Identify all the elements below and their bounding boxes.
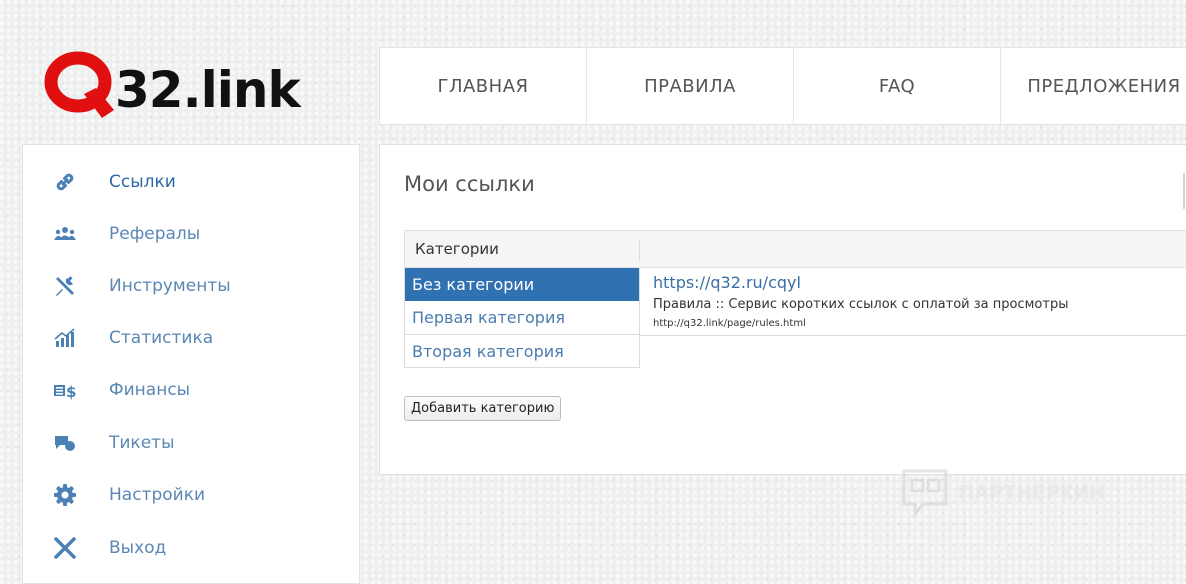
nav-home[interactable]: ГЛАВНАЯ [380, 48, 587, 124]
sidebar-item-finance[interactable]: $ Финансы [23, 368, 359, 412]
sidebar-item-label: Тикеты [109, 433, 175, 453]
top-nav: ГЛАВНАЯ ПРАВИЛА FAQ ПРЕДЛОЖЕНИЯ [379, 47, 1186, 125]
sidebar-item-label: Настройки [109, 485, 206, 505]
categories-header: Категории [404, 230, 1186, 268]
sidebar-item-label: Рефералы [109, 224, 201, 244]
header-divider [639, 239, 640, 261]
add-category-button[interactable]: Добавить категорию [404, 396, 562, 421]
sidebar-item-logout[interactable]: Выход [23, 526, 359, 570]
link-source-url: http://q32.link/page/rules.html [653, 318, 806, 329]
panel-edge-divider [1183, 173, 1185, 209]
sidebar-item-tools[interactable]: Инструменты [23, 264, 359, 308]
category-item-first[interactable]: Первая категория [405, 301, 639, 334]
watermark: ПАРТНЕРКИН [901, 467, 1105, 519]
category-list: Без категории Первая категория Вторая ка… [404, 268, 640, 368]
close-icon [53, 536, 77, 560]
sidebar-item-label: Выход [109, 538, 167, 558]
watermark-logo-icon [902, 469, 948, 518]
sidebar-item-statistics[interactable]: Статистика [23, 316, 359, 360]
logo-q-mark [44, 51, 114, 118]
page-title: Мои ссылки [404, 172, 535, 196]
link-page-title: Правила :: Сервис коротких ссылок с опла… [653, 297, 1069, 312]
link-entry: https://q32.ru/cqyl Правила :: Сервис ко… [640, 268, 1186, 336]
site-logo[interactable]: 32.link [44, 50, 334, 122]
chart-icon [53, 326, 77, 350]
link-icon [53, 170, 77, 194]
main-panel: Мои ссылки Категории Без категории Перва… [379, 144, 1186, 475]
users-icon [53, 222, 77, 246]
money-icon: $ [53, 378, 77, 402]
sidebar-item-label: Финансы [109, 380, 191, 400]
nav-offers[interactable]: ПРЕДЛОЖЕНИЯ [1001, 48, 1186, 124]
nav-rules[interactable]: ПРАВИЛА [587, 48, 794, 124]
sidebar-item-referrals[interactable]: Рефералы [23, 212, 359, 256]
chat-icon [53, 431, 77, 455]
short-link-url[interactable]: https://q32.ru/cqyl [653, 273, 801, 292]
svg-text:$: $ [66, 383, 76, 401]
sidebar-item-settings[interactable]: Настройки [23, 473, 359, 517]
category-item-second[interactable]: Вторая категория [405, 334, 639, 367]
sidebar-item-label: Статистика [109, 328, 214, 348]
sidebar-item-label: Инструменты [109, 276, 231, 296]
category-item-uncategorized[interactable]: Без категории [405, 268, 639, 301]
sidebar: Ссылки Рефералы Инструменты Статистика $… [22, 144, 360, 584]
categories-header-label: Категории [415, 240, 499, 258]
sidebar-item-tickets[interactable]: Тикеты [23, 421, 359, 465]
sidebar-item-links[interactable]: Ссылки [23, 160, 359, 204]
sidebar-item-label: Ссылки [109, 172, 176, 192]
gear-icon [53, 483, 77, 507]
tools-icon [53, 274, 77, 298]
watermark-text: ПАРТНЕРКИН [959, 481, 1106, 504]
nav-faq[interactable]: FAQ [794, 48, 1001, 124]
logo-text: 32.link [115, 61, 301, 119]
